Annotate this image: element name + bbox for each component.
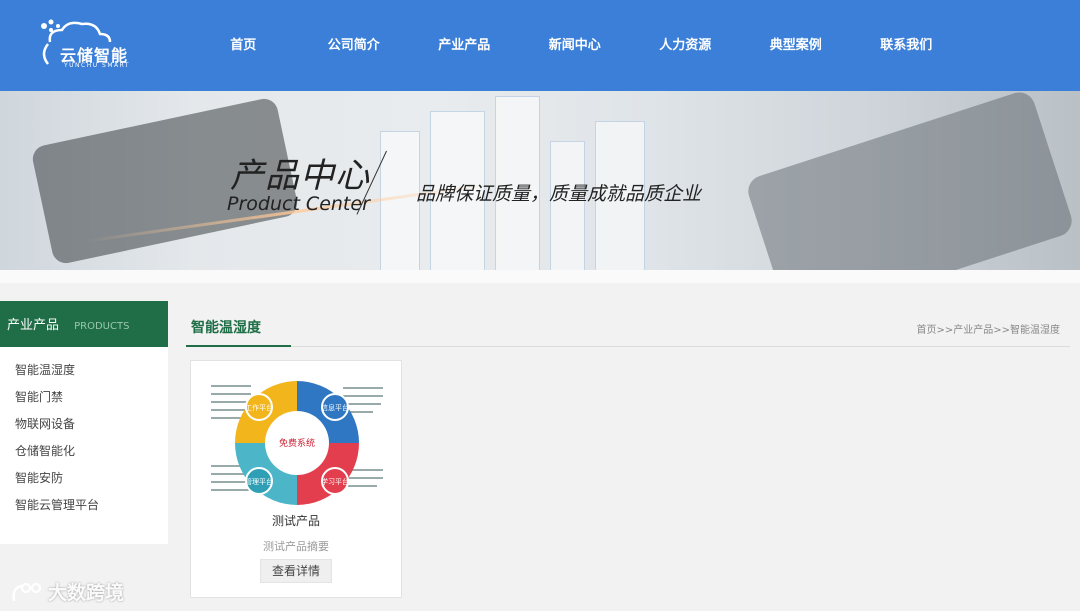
thumbnail-segment-label: 信息平台 (321, 403, 349, 412)
product-name[interactable]: 测试产品 (191, 512, 401, 529)
nav-cases[interactable]: 典型案例 (741, 0, 852, 91)
banner-subtitle: Product Center (227, 193, 370, 215)
sidebar-category-list: 智能温湿度 智能门禁 物联网设备 仓储智能化 智能安防 智能云管理平台 (0, 347, 168, 523)
view-details-button[interactable]: 查看详情 (260, 559, 332, 583)
banner-title: 产品中心 (230, 156, 370, 196)
sidebar-item-access-control[interactable]: 智能门禁 (0, 388, 168, 415)
main-nav: 首页 公司简介 产业产品 新闻中心 人力资源 典型案例 联系我们 (188, 0, 962, 91)
nav-about[interactable]: 公司简介 (299, 0, 410, 91)
sidebar-item-iot-devices[interactable]: 物联网设备 (0, 415, 168, 442)
nav-products[interactable]: 产业产品 (409, 0, 520, 91)
watermark-logo-icon (12, 582, 42, 601)
sidebar-header: 产业产品 PRODUCTS (0, 301, 168, 347)
nav-home[interactable]: 首页 (188, 0, 299, 91)
title-divider (186, 346, 1070, 347)
sidebar-title: 产业产品 (7, 318, 60, 333)
logo-subtext: YUNCHU SMART (64, 62, 131, 69)
page-title: 智能温湿度 (191, 320, 261, 336)
banner-tablet-graphic (744, 91, 1076, 270)
thumbnail-center-label: 免费系统 (279, 437, 315, 449)
product-center-banner: 产品中心 Product Center 品牌保证质量，质量成就品质企业 (0, 91, 1080, 270)
nav-hr[interactable]: 人力资源 (630, 0, 741, 91)
thumbnail-segment-label: 管理平台 (245, 477, 273, 486)
product-thumbnail[interactable]: 免费系统 工作平台 信息平台 管理平台 学习平台 (209, 373, 385, 513)
site-logo[interactable]: 云储智能 YUNCHU SMART (38, 16, 138, 74)
sidebar-item-smart-security[interactable]: 智能安防 (0, 469, 168, 496)
thumbnail-segment-label: 学习平台 (321, 477, 349, 486)
breadcrumb[interactable]: 首页>>产业产品>>智能温湿度 (916, 321, 1060, 336)
watermark-text: 大数跨境 (48, 582, 125, 604)
sidebar-item-smart-warehouse[interactable]: 仓储智能化 (0, 442, 168, 469)
nav-news[interactable]: 新闻中心 (520, 0, 631, 91)
watermark: 大数跨境 (10, 578, 124, 605)
product-card[interactable]: 免费系统 工作平台 信息平台 管理平台 学习平台 测试产品 测试产品摘要 查看详… (190, 360, 402, 598)
nav-contact[interactable]: 联系我们 (851, 0, 962, 91)
sidebar-item-temperature-humidity[interactable]: 智能温湿度 (0, 361, 168, 388)
sidebar-item-cloud-platform[interactable]: 智能云管理平台 (0, 496, 168, 523)
product-sidebar: 产业产品 PRODUCTS 智能温湿度 智能门禁 物联网设备 仓储智能化 智能安… (0, 301, 168, 544)
banner-slogan: 品牌保证质量，质量成就品质企业 (416, 183, 702, 205)
sidebar-title-en: PRODUCTS (74, 321, 130, 332)
thumbnail-segment-label: 工作平台 (245, 403, 273, 412)
site-header: 云储智能 YUNCHU SMART 首页 公司简介 产业产品 新闻中心 人力资源… (0, 0, 1080, 91)
title-underline (186, 345, 291, 347)
section-spacer (0, 270, 1080, 283)
product-summary: 测试产品摘要 (263, 540, 329, 553)
